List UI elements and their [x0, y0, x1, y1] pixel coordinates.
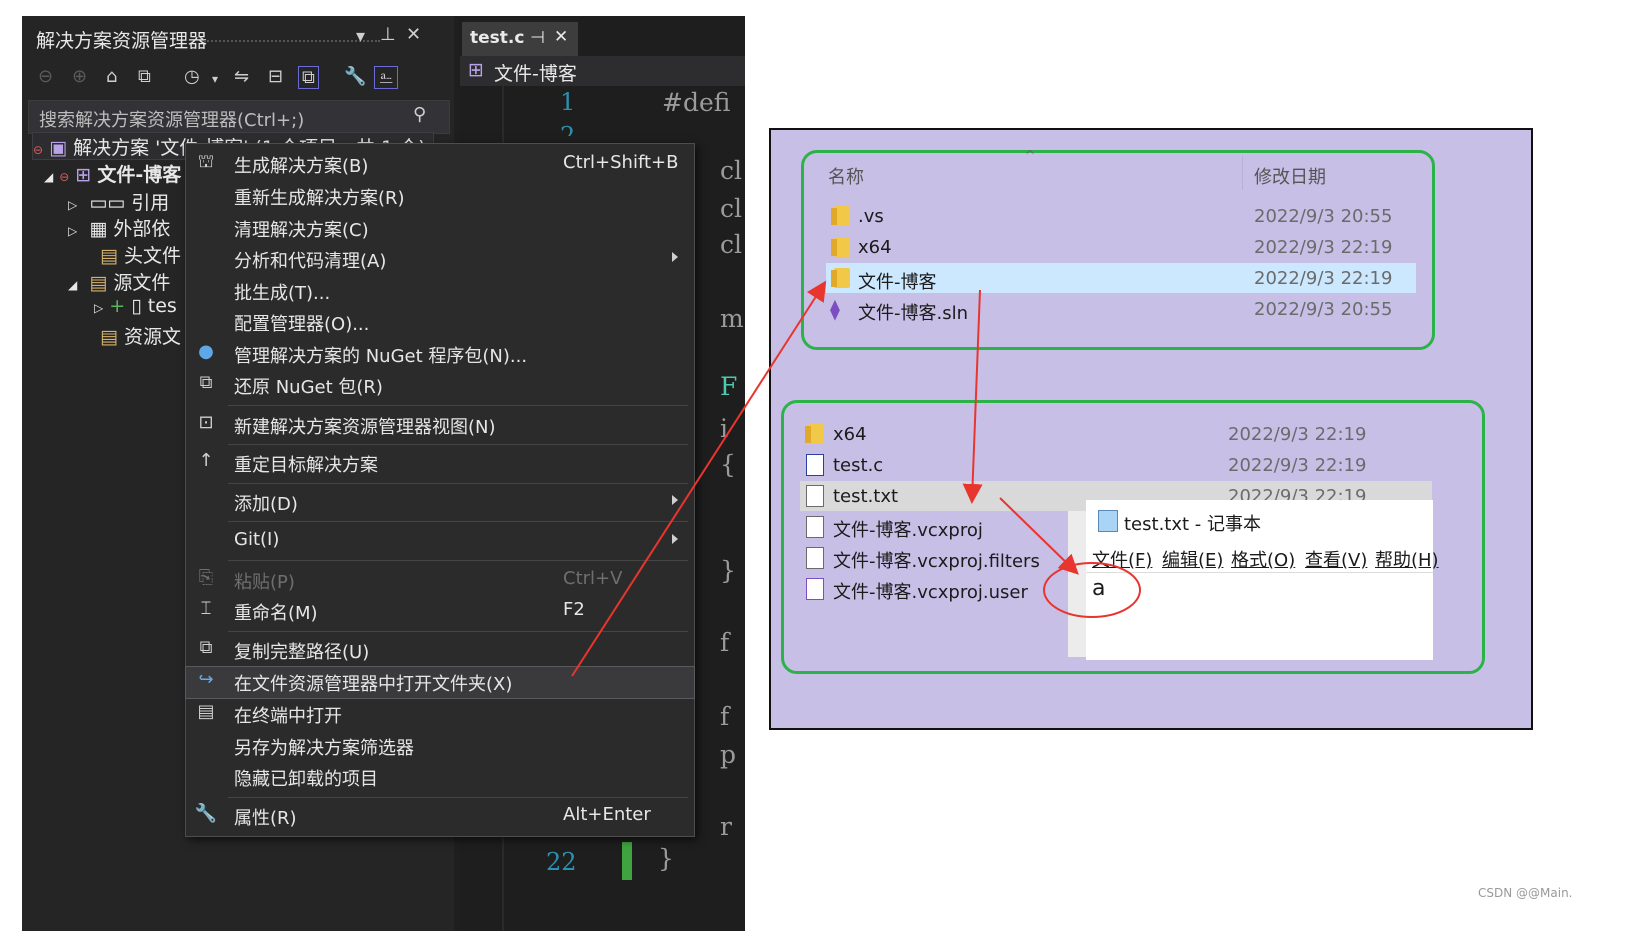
watermark: CSDN @@Main. — [1478, 886, 1573, 900]
annotation-overlay — [571, 280, 1141, 677]
red-arrow-to-file — [962, 289, 983, 504]
red-arrow-to-folder — [571, 280, 827, 677]
red-circle-highlight — [1043, 562, 1141, 618]
red-arrow-to-notepad — [999, 497, 1079, 575]
